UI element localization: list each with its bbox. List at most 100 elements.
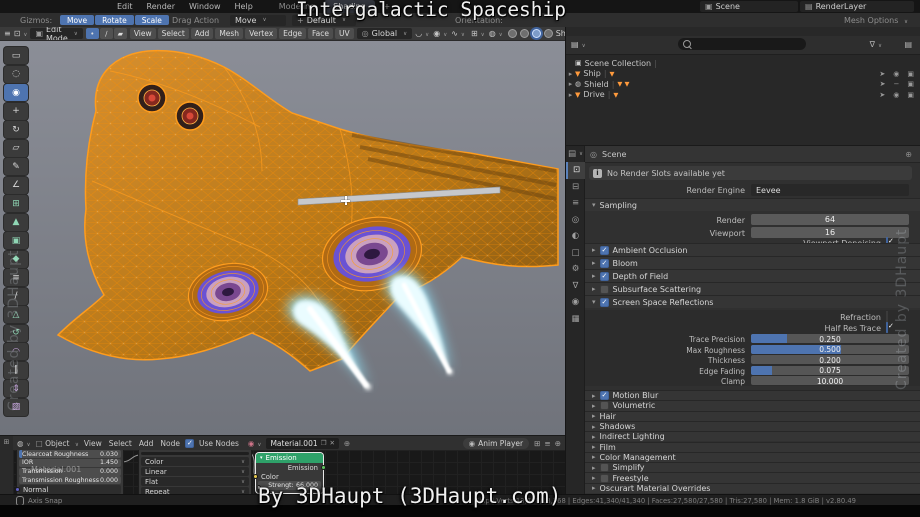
overlay-toggle-icon[interactable]: ◍ [489,29,503,38]
slider-field[interactable]: 10.000 [751,376,909,385]
slider-field[interactable]: 0.200 [751,355,909,364]
outliner-row[interactable]: ▸ ▼ Drive | ▼ ➤ ◉ ▣ [566,90,920,101]
shader-editor-type-icon[interactable]: ◍ [17,439,31,448]
panel-checkbox[interactable] [600,474,609,483]
panel-checkbox[interactable] [600,401,609,410]
node-dropdown[interactable]: Linear ∨ [141,467,249,476]
filter-icon[interactable]: ∇ [870,40,882,49]
panel-arrow[interactable]: ▸ [592,474,596,482]
collapsed-panel-header[interactable]: ▸ Volumetric [585,400,920,410]
collapsed-panel-header[interactable]: ▸ Freestyle [585,472,920,482]
collapsed-panel-header[interactable]: ▸ Indirect Lighting [585,431,920,441]
viewport-menu-item[interactable]: Face [308,28,333,39]
expand-arrow[interactable]: ▸ [566,80,575,88]
shading-sphere[interactable] [532,29,541,38]
properties-tab[interactable]: ▦ [566,311,585,328]
panel-arrow[interactable]: ▸ [592,412,596,420]
properties-tab[interactable]: ⚙ [566,261,585,278]
viewport-menu-item[interactable]: Select [158,28,189,39]
refraction-checkbox[interactable] [886,311,888,322]
collapsed-panel-header[interactable]: ▸ Hair [585,411,920,421]
emission-node-header[interactable]: ▾Emission [256,453,323,463]
slider-field[interactable]: 0.500 [751,345,909,354]
panel-checkbox[interactable] [600,298,609,307]
expand-arrow[interactable]: ▸ [566,91,575,99]
object-name[interactable]: Ship [583,69,600,78]
panel-arrow[interactable]: ▸ [592,453,596,461]
object-name[interactable]: Shield [584,80,609,89]
properties-tab[interactable]: ◐ [566,228,585,245]
mesh-options-dropdown[interactable]: Mesh Options [844,16,908,25]
header-icon[interactable]: ⊞ [534,439,540,448]
panel-arrow[interactable]: ▸ [592,392,596,400]
properties-tab[interactable]: ⊟ [566,179,585,196]
half-res-checkbox[interactable] [886,322,888,333]
select-mode-button[interactable]: ∕ [100,28,113,39]
render-engine-dropdown[interactable]: Eevee [751,184,909,196]
pin-icon[interactable]: ⊕ [344,439,350,448]
node-dropdown[interactable]: Flat ∨ [141,477,249,486]
select-mode-button[interactable]: ▰ [114,28,127,39]
collapsed-panel-header[interactable]: ▸ Oscurart Material Overrides [585,483,920,493]
menubar-item[interactable]: Edit [110,0,140,13]
transform-orientation-dropdown[interactable]: ◎ Global [357,28,413,39]
properties-tab[interactable]: ≡ [566,195,585,212]
effect-panel-header[interactable]: ▾ Screen Space Reflections [585,295,920,308]
use-nodes-checkbox[interactable] [185,439,194,448]
menubar-item[interactable]: Render [140,0,182,13]
collapse-menus-icon[interactable]: ≡ [4,29,11,38]
shader-mode-dropdown[interactable]: □ Object [36,439,79,448]
editor-type-icon[interactable]: ⊡ [14,29,28,38]
viewport-menu-item[interactable]: Edge [279,28,306,39]
collapsed-panel-header[interactable]: ▸ Color Management [585,452,920,462]
node-value-field[interactable]: Transmission Roughness 0.000 [19,476,121,484]
anim-player-button[interactable]: ◉ Anim Player [463,438,530,449]
collapsed-panel-header[interactable]: ▸ Motion Blur [585,390,920,400]
render-layer-selector[interactable]: ▤ RenderLayer [800,1,914,12]
panel-arrow[interactable]: ▸ [592,433,596,441]
render-visibility-icon[interactable]: ▣ [907,70,914,78]
properties-tab[interactable]: ◉ [566,294,585,311]
image-texture-node[interactable]: Color ∨ Linear ∨ Flat ∨ [139,450,251,494]
collapsed-panel-header[interactable]: ▸ Shadows [585,421,920,431]
panel-checkbox[interactable] [600,259,609,268]
slider-field[interactable]: 0.250 [751,334,909,343]
outliner-row[interactable]: ▸ ▼ Ship | ▼ ➤ ◉ ▣ [566,69,920,80]
color-input-socket[interactable] [253,474,258,479]
copy-material-icon[interactable]: ❐ [321,439,327,447]
mode-dropdown[interactable]: ▣ Edit Mode [30,28,82,39]
effect-panel-header[interactable]: ▸ Subsurface Scattering [585,282,920,295]
material-name-field[interactable]: Material.001 ❐ ✕ [266,438,338,449]
panel-arrow[interactable]: ▸ [592,246,596,254]
node-value-field[interactable]: Clearcoat Roughness 0.030 [19,450,121,458]
gizmo-toggle[interactable]: Rotate [95,15,134,25]
effect-panel-header[interactable]: ▸ Depth of Field [585,269,920,282]
header-icon[interactable]: ≡ [544,439,550,448]
node-dropdown[interactable]: Color ∨ [141,457,249,466]
selectable-icon[interactable]: ➤ [880,80,886,88]
outliner-row[interactable]: ▸ ◍ Shield | ▼ ▼ ➤ − ▣ [566,79,920,90]
shader-menu-item[interactable]: View [84,439,102,448]
viewport-menu-item[interactable]: Mesh [215,28,243,39]
visibility-eye-icon[interactable]: ◉ [893,91,899,99]
overlay-toggle-icon[interactable]: ⊞ [471,29,485,38]
toolbar-tool[interactable]: ◉ [4,84,28,101]
outliner-row[interactable]: ▣ Scene Collection | [566,58,920,69]
shader-menu-item[interactable]: Select [109,439,132,448]
header-icon-dropdown[interactable]: ◉ [433,29,447,38]
node-dropdown[interactable]: Repeat ∨ [141,487,249,494]
select-mode-button[interactable]: • [86,28,99,39]
object-name[interactable]: Drive [583,90,604,99]
properties-tab[interactable]: ∇ [566,278,585,295]
panel-arrow[interactable]: ▸ [592,402,596,410]
shading-popover[interactable]: Shading [556,29,565,38]
properties-tab[interactable]: □ [566,245,585,262]
panel-checkbox[interactable] [600,391,609,400]
outliner-editor-icon[interactable]: ▤ [571,40,586,49]
normal-socket[interactable] [15,487,20,492]
shading-sphere[interactable] [520,29,529,38]
drag-action-dropdown[interactable]: Move [230,15,286,26]
panel-arrow[interactable]: ▸ [592,443,596,451]
toolbar-tool[interactable]: ◌ [4,66,28,83]
shading-sphere[interactable] [508,29,517,38]
